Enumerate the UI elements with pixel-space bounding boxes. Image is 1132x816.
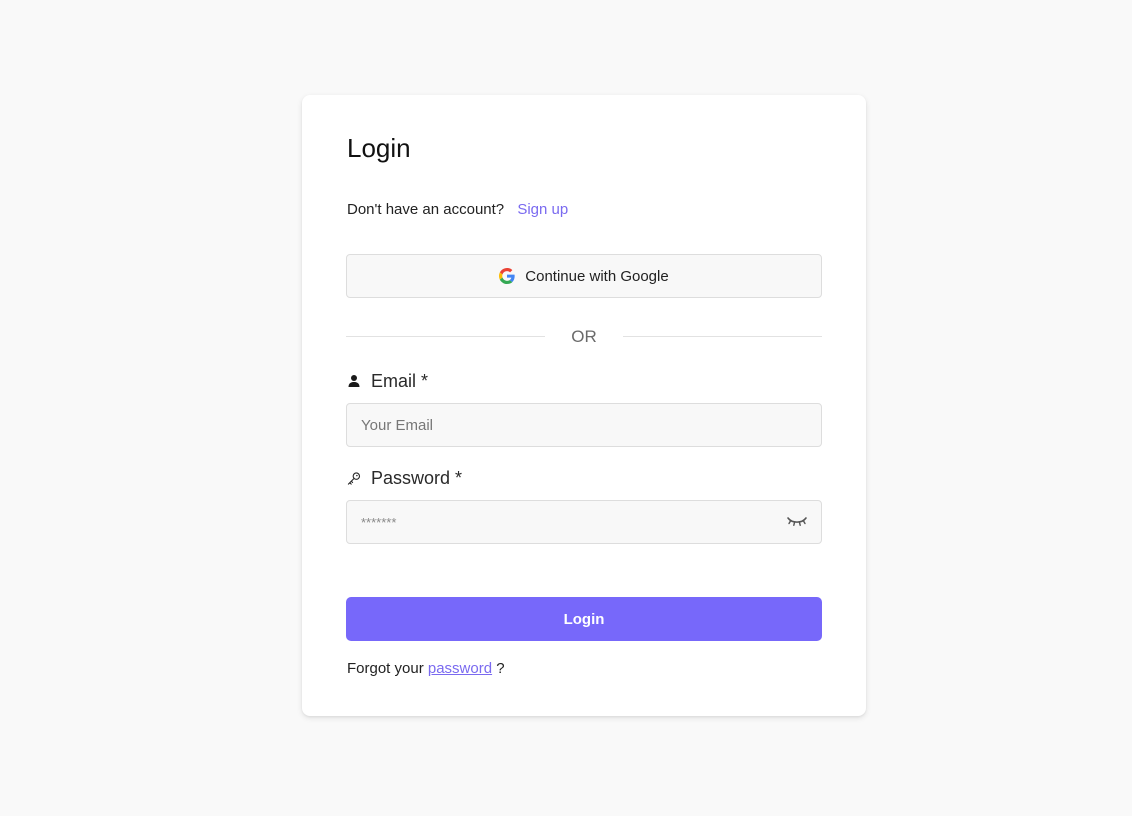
login-button[interactable]: Login (346, 597, 822, 641)
divider-line-right (623, 336, 822, 337)
password-field[interactable] (347, 501, 821, 543)
email-field[interactable] (347, 404, 821, 446)
page-title: Login (347, 133, 411, 163)
google-icon (499, 268, 515, 284)
forgot-suffix: ? (496, 660, 505, 677)
signup-row: Don't have an account? Sign up (347, 200, 568, 220)
eye-closed-icon[interactable] (786, 513, 808, 531)
login-card: Login Don't have an account? Sign up Con… (302, 95, 866, 716)
email-label: Email * (347, 370, 428, 392)
or-divider: OR (346, 325, 822, 349)
user-icon (347, 374, 361, 388)
forgot-password-row: Forgot your password ? (347, 659, 505, 679)
divider-text: OR (571, 327, 597, 346)
email-field-wrapper (346, 403, 822, 447)
forgot-prefix: Forgot your (347, 660, 424, 677)
password-field-wrapper (346, 500, 822, 544)
signup-prompt: Don't have an account? (347, 201, 505, 218)
signup-link[interactable]: Sign up (517, 201, 568, 218)
password-label-text: Password * (371, 468, 463, 488)
password-label: Password * (347, 467, 462, 489)
forgot-password-link[interactable]: password (428, 660, 492, 677)
continue-with-google-button[interactable]: Continue with Google (346, 254, 822, 298)
google-button-label: Continue with Google (525, 267, 669, 285)
email-label-text: Email * (371, 371, 429, 391)
key-icon (347, 471, 361, 485)
